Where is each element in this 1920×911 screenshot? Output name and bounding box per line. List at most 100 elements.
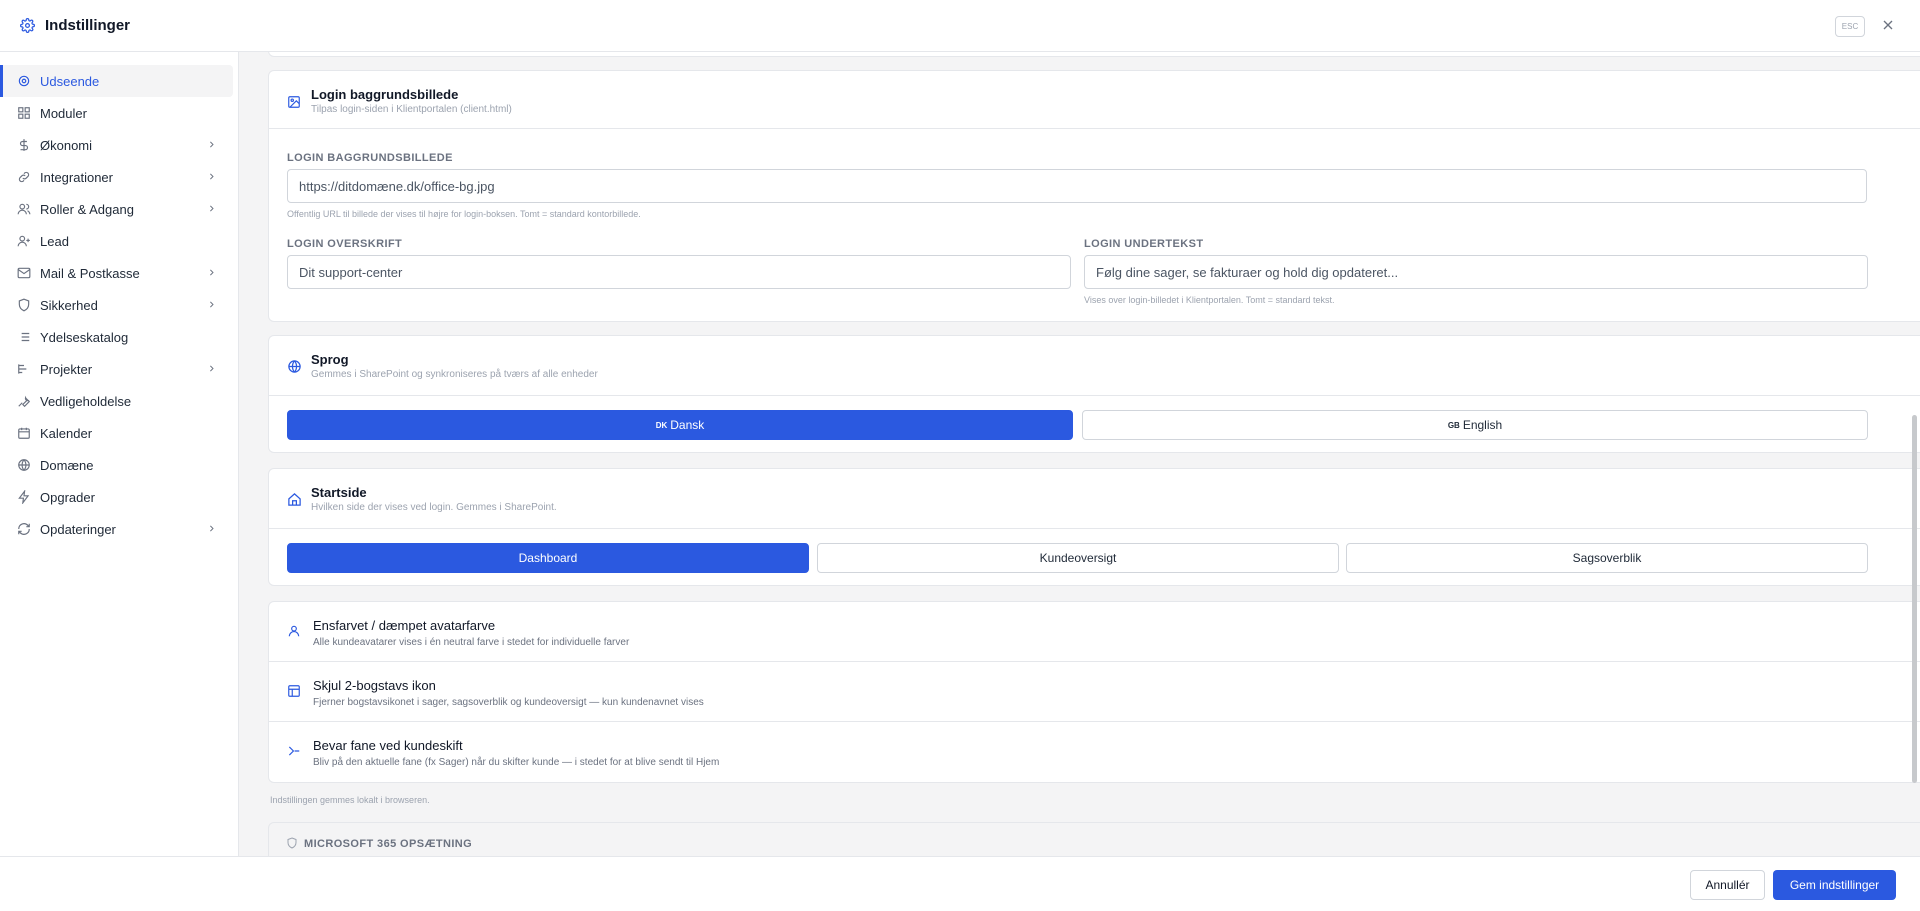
sidebar-item-label: Opgrader bbox=[40, 490, 95, 505]
previous-card-edge bbox=[268, 52, 1920, 57]
card-subtitle: Gemmes i SharePoint og synkroniseres på … bbox=[311, 369, 598, 380]
sidebar-item-okonomi[interactable]: Økonomi bbox=[0, 129, 233, 161]
chevron-right-icon bbox=[207, 268, 216, 277]
sidebar-item-projekter[interactable]: Projekter bbox=[0, 353, 233, 385]
toggle-subtitle: Alle kundeavatarer vises i én neutral fa… bbox=[313, 637, 630, 648]
users-icon bbox=[17, 202, 31, 216]
sidebar-item-label: Domæne bbox=[40, 458, 94, 473]
startpage-option-kundeoversigt[interactable]: Kundeoversigt bbox=[817, 543, 1339, 573]
login-subtext-input[interactable] bbox=[1084, 255, 1868, 289]
login-bg-url-hint: Offentlig URL til billede der vises til … bbox=[287, 209, 641, 219]
sidebar-item-opgrader[interactable]: Opgrader bbox=[0, 481, 233, 513]
close-icon[interactable] bbox=[1880, 17, 1896, 33]
sidebar-item-domaene[interactable]: Domæne bbox=[0, 449, 233, 481]
login-background-card: Login baggrundsbillede Tilpas login-side… bbox=[268, 70, 1920, 322]
login-heading-label: LOGIN OVERSKRIFT bbox=[287, 238, 403, 250]
language-option-label: English bbox=[1462, 418, 1503, 432]
save-button[interactable]: Gem indstillinger bbox=[1773, 870, 1896, 900]
esc-key-hint[interactable]: ESC bbox=[1835, 16, 1865, 37]
user-plus-icon bbox=[17, 234, 31, 248]
sidebar-item-lead[interactable]: Lead bbox=[0, 225, 233, 257]
chevron-right-icon bbox=[207, 524, 216, 533]
chevron-right-icon bbox=[207, 204, 216, 213]
sidebar-item-opdateringer[interactable]: Opdateringer bbox=[0, 513, 233, 545]
projects-icon bbox=[17, 362, 31, 376]
globe-icon bbox=[287, 359, 302, 374]
gear-icon bbox=[20, 18, 35, 33]
mail-icon bbox=[17, 266, 31, 280]
globe-icon bbox=[17, 458, 31, 472]
layout-icon bbox=[287, 684, 301, 698]
dollar-icon bbox=[17, 138, 31, 152]
sidebar-item-kalender[interactable]: Kalender bbox=[0, 417, 233, 449]
bolt-icon bbox=[17, 490, 31, 504]
sidebar-item-moduler[interactable]: Moduler bbox=[0, 97, 233, 129]
toggle-subtitle: Bliv på den aktuelle fane (fx Sager) når… bbox=[313, 757, 720, 768]
shield-icon bbox=[17, 298, 31, 312]
flag-dk-icon: DK bbox=[655, 420, 668, 430]
sidebar-item-label: Sikkerhed bbox=[40, 298, 98, 313]
toggle-title: Bevar fane ved kundeskift bbox=[313, 738, 463, 753]
login-bg-url-input[interactable] bbox=[287, 169, 1867, 203]
sidebar-item-label: Udseende bbox=[40, 74, 100, 89]
sidebar-item-vedligeholdelse[interactable]: Vedligeholdelse bbox=[0, 385, 233, 417]
sidebar-item-label: Ydelseskatalog bbox=[40, 330, 129, 345]
chevron-right-icon bbox=[207, 364, 216, 373]
shield-icon bbox=[286, 837, 298, 849]
page-title: Indstillinger bbox=[45, 17, 131, 34]
settings-footer: Annullér Gem indstillinger bbox=[0, 856, 1920, 911]
section-title: MICROSOFT 365 OPSÆTNING bbox=[304, 838, 473, 850]
scrollbar-thumb[interactable] bbox=[1912, 415, 1917, 783]
toggle-row-keep-tab: Bevar fane ved kundeskift Bliv på den ak… bbox=[269, 722, 1920, 782]
card-subtitle: Tilpas login-siden i Klientportalen (cli… bbox=[311, 104, 512, 115]
sidebar-item-label: Lead bbox=[40, 234, 69, 249]
calendar-icon bbox=[17, 426, 31, 440]
sidebar-item-udseende[interactable]: Udseende bbox=[0, 65, 233, 97]
user-icon bbox=[287, 624, 301, 638]
microsoft-365-section[interactable]: MICROSOFT 365 OPSÆTNING bbox=[268, 822, 1920, 856]
login-heading-input[interactable] bbox=[287, 255, 1071, 289]
language-card-header: Sprog Gemmes i SharePoint og synkroniser… bbox=[269, 336, 1920, 396]
sidebar-item-ydelseskatalog[interactable]: Ydelseskatalog bbox=[0, 321, 233, 353]
sidebar-item-label: Økonomi bbox=[40, 138, 93, 153]
chevron-right-icon bbox=[207, 172, 216, 181]
card-title: Sprog bbox=[311, 352, 349, 367]
sidebar-item-integrationer[interactable]: Integrationer bbox=[0, 161, 233, 193]
home-icon bbox=[287, 492, 302, 507]
toggle-row-avatar-color: Ensfarvet / dæmpet avatarfarve Alle kund… bbox=[269, 602, 1920, 662]
startpage-card: Startside Hvilken side der vises ved log… bbox=[268, 468, 1920, 586]
image-icon bbox=[287, 95, 301, 109]
toggles-footnote: Indstillingen gemmes lokalt i browseren. bbox=[270, 795, 430, 805]
language-option-english[interactable]: GB English bbox=[1082, 410, 1868, 440]
toggles-card: Ensfarvet / dæmpet avatarfarve Alle kund… bbox=[268, 601, 1920, 783]
sidebar-item-roller-adgang[interactable]: Roller & Adgang bbox=[0, 193, 233, 225]
toggle-subtitle: Fjerner bogstavsikonet i sager, sagsover… bbox=[313, 697, 704, 708]
toggle-row-hide-initials: Skjul 2-bogstavs ikon Fjerner bogstavsik… bbox=[269, 662, 1920, 722]
grid-icon bbox=[17, 106, 31, 120]
link-icon bbox=[17, 170, 31, 184]
login-bg-url-label: LOGIN BAGGRUNDSBILLEDE bbox=[287, 152, 453, 164]
startpage-option-sagsoverblik[interactable]: Sagsoverblik bbox=[1346, 543, 1868, 573]
sidebar-item-label: Opdateringer bbox=[40, 522, 116, 537]
settings-header: Indstillinger ESC bbox=[0, 0, 1920, 52]
language-option-label: Dansk bbox=[670, 418, 705, 432]
language-card: Sprog Gemmes i SharePoint og synkroniser… bbox=[268, 335, 1920, 453]
sidebar-item-sikkerhed[interactable]: Sikkerhed bbox=[0, 289, 233, 321]
chevron-right-icon bbox=[207, 140, 216, 149]
sidebar-item-mail-postkasse[interactable]: Mail & Postkasse bbox=[0, 257, 233, 289]
refresh-icon bbox=[17, 522, 31, 536]
sidebar-item-label: Roller & Adgang bbox=[40, 202, 134, 217]
wrench-icon bbox=[17, 394, 31, 408]
toggle-title: Skjul 2-bogstavs ikon bbox=[313, 678, 436, 693]
chevron-right-icon bbox=[207, 300, 216, 309]
settings-content: Login baggrundsbillede Tilpas login-side… bbox=[240, 52, 1920, 856]
cancel-button[interactable]: Annullér bbox=[1690, 870, 1765, 900]
gear-icon bbox=[17, 74, 31, 88]
sidebar-item-label: Vedligeholdelse bbox=[40, 394, 132, 409]
startpage-option-dashboard[interactable]: Dashboard bbox=[287, 543, 809, 573]
login-subtext-label: LOGIN UNDERTEKST bbox=[1084, 238, 1204, 250]
card-subtitle: Hvilken side der vises ved login. Gemmes… bbox=[311, 502, 557, 513]
card-title: Startside bbox=[311, 485, 367, 500]
language-option-dansk[interactable]: DK Dansk bbox=[287, 410, 1073, 440]
login-background-card-header: Login baggrundsbillede Tilpas login-side… bbox=[269, 71, 1920, 129]
